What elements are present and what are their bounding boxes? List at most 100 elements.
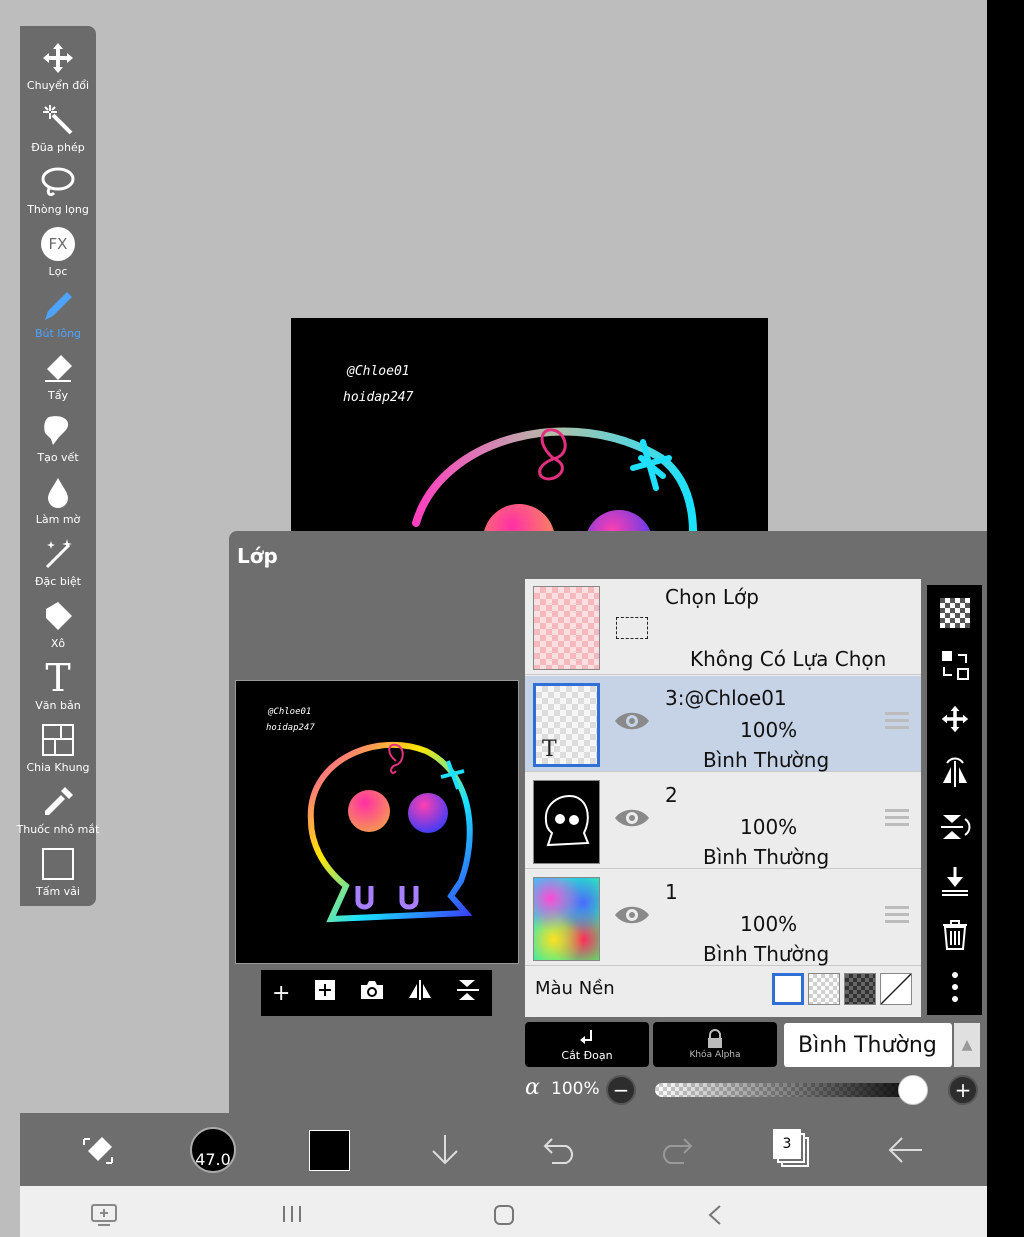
- drag-handle-icon[interactable]: [885, 712, 909, 733]
- tool-label: Xô: [50, 637, 66, 650]
- brush-size-indicator[interactable]: 47.0: [190, 1127, 236, 1173]
- preview-skull-drawing: [307, 741, 473, 923]
- system-navigation-bar: [20, 1186, 987, 1237]
- nav-back-icon[interactable]: [706, 1204, 724, 1230]
- more-options-icon[interactable]: [935, 967, 975, 1007]
- transparency-icon[interactable]: [935, 593, 975, 633]
- add-layer-icon[interactable]: +: [272, 981, 290, 1006]
- layer-blend-mode: Bình Thường: [703, 942, 830, 966]
- tool-text[interactable]: T Văn bản: [20, 658, 96, 720]
- current-color-swatch[interactable]: [309, 1130, 350, 1171]
- tool-label: Bút lông: [34, 327, 82, 340]
- layer-actions-bar: +: [261, 970, 492, 1016]
- layers-button[interactable]: 3: [773, 1129, 811, 1167]
- background-color-row: Màu Nền: [525, 966, 921, 1016]
- tool-label: Tạo vết: [37, 451, 79, 464]
- eraser-icon: [38, 348, 78, 388]
- clip-label: Cắt Đoạn: [561, 1048, 613, 1062]
- screen-cast-icon[interactable]: [90, 1203, 118, 1231]
- select-layer-row[interactable]: Chọn Lớp Không Có Lựa Chọn: [525, 579, 921, 675]
- drag-handle-icon[interactable]: [885, 809, 909, 830]
- tool-smudge[interactable]: Tạo vết: [20, 410, 96, 472]
- eye-icon[interactable]: [613, 902, 651, 932]
- layer-name: 2: [665, 783, 678, 807]
- quick-swap-icon[interactable]: [80, 1133, 116, 1173]
- layer-row-2[interactable]: 2 100% Bình Thường: [525, 773, 921, 869]
- tool-frame-divider[interactable]: Chia Khung: [20, 720, 96, 782]
- right-margin: [987, 0, 1024, 1237]
- home-icon[interactable]: [493, 1204, 515, 1230]
- tool-eraser[interactable]: Tẩy: [20, 348, 96, 410]
- trash-icon[interactable]: [935, 915, 975, 955]
- tool-bucket[interactable]: Xô: [20, 596, 96, 658]
- layer-swap-icon[interactable]: [935, 645, 975, 685]
- select-layer-title: Chọn Lớp: [665, 585, 759, 609]
- tool-label: Thuốc nhỏ mắt: [16, 823, 100, 836]
- text-layer-icon: T: [542, 737, 557, 762]
- recent-apps-icon[interactable]: [281, 1204, 303, 1228]
- text-icon: T: [45, 656, 71, 700]
- tool-brush[interactable]: Bút lông: [20, 286, 96, 348]
- bg-white-swatch[interactable]: [772, 973, 804, 1005]
- opacity-slider[interactable]: [655, 1075, 929, 1105]
- opacity-minus-button[interactable]: −: [606, 1075, 636, 1105]
- lock-icon: [708, 1029, 722, 1048]
- opacity-slider-knob[interactable]: [898, 1075, 929, 1105]
- canvas-icon: [38, 844, 78, 884]
- layer-count: 3: [773, 1129, 801, 1159]
- layer-panel-title: Lớp: [237, 544, 278, 568]
- flip-horizontal-icon[interactable]: [407, 978, 433, 1008]
- drag-handle-icon[interactable]: [885, 906, 909, 927]
- bg-none-swatch[interactable]: [880, 973, 912, 1005]
- layer-row-3[interactable]: T 3:@Chloe01 100% Bình Thường: [525, 676, 921, 772]
- redo-icon[interactable]: [658, 1135, 694, 1169]
- layer-side-tools: [927, 585, 982, 1015]
- camera-icon[interactable]: [359, 979, 385, 1007]
- merge-down-icon[interactable]: [935, 861, 975, 901]
- flip-vertical-icon[interactable]: [455, 978, 481, 1008]
- layer-row-1[interactable]: 1 100% Bình Thường: [525, 870, 921, 966]
- tool-special[interactable]: Đặc biệt: [20, 534, 96, 596]
- move-layer-icon[interactable]: [935, 699, 975, 739]
- alpha-lock-label: Khóa Alpha: [689, 1050, 741, 1060]
- alpha-lock-button[interactable]: Khóa Alpha: [653, 1022, 777, 1067]
- blend-mode-up-icon[interactable]: ▲: [954, 1023, 980, 1067]
- back-arrow-icon[interactable]: [888, 1135, 924, 1169]
- tool-magic-wand[interactable]: Đũa phép: [20, 100, 96, 162]
- eye-icon[interactable]: [613, 805, 651, 835]
- clipping-button[interactable]: Cắt Đoạn: [525, 1022, 649, 1067]
- magic-wand-icon: [38, 100, 78, 140]
- tool-move[interactable]: Chuyển đổi: [20, 38, 96, 100]
- bottom-toolbar: 47.0 3: [20, 1113, 987, 1186]
- tool-label: Chuyển đổi: [26, 79, 90, 92]
- down-arrow-icon[interactable]: [428, 1133, 462, 1171]
- layer-name: 1: [665, 880, 678, 904]
- bg-dark-swatch[interactable]: [844, 973, 876, 1005]
- tool-lasso[interactable]: Thòng lọng: [20, 162, 96, 224]
- add-layer-copy-icon[interactable]: [313, 978, 337, 1008]
- layer-thumbnail: [533, 780, 600, 864]
- lasso-icon: [38, 162, 78, 202]
- tool-filter[interactable]: FX Lọc: [20, 224, 96, 286]
- bucket-icon: [38, 596, 78, 636]
- opacity-plus-button[interactable]: +: [948, 1075, 978, 1105]
- tool-label: Đặc biệt: [35, 575, 81, 588]
- tool-label: Thòng lọng: [27, 203, 89, 216]
- layer-opacity: 100%: [740, 718, 798, 742]
- flip-vertical-icon[interactable]: [935, 807, 975, 847]
- tool-label: Tấm vải: [36, 885, 80, 898]
- undo-icon[interactable]: [542, 1135, 578, 1169]
- bg-transparent-swatch[interactable]: [808, 973, 840, 1005]
- flip-horizontal-icon[interactable]: [935, 753, 975, 793]
- eye-icon[interactable]: [613, 708, 651, 738]
- blur-icon: [38, 472, 78, 512]
- layer-blend-mode: Bình Thường: [703, 845, 830, 869]
- tool-canvas[interactable]: Tấm vải: [20, 844, 96, 906]
- blend-mode-select[interactable]: Bình Thường: [784, 1023, 952, 1067]
- layer-opacity: 100%: [740, 815, 798, 839]
- eyedropper-icon: [38, 782, 78, 822]
- tool-eyedropper[interactable]: Thuốc nhỏ mắt: [17, 782, 99, 844]
- tool-blur[interactable]: Làm mờ: [20, 472, 96, 534]
- layer-list: Chọn Lớp Không Có Lựa Chọn T 3:@Chloe01 …: [525, 579, 921, 1017]
- brush-icon: [38, 286, 78, 326]
